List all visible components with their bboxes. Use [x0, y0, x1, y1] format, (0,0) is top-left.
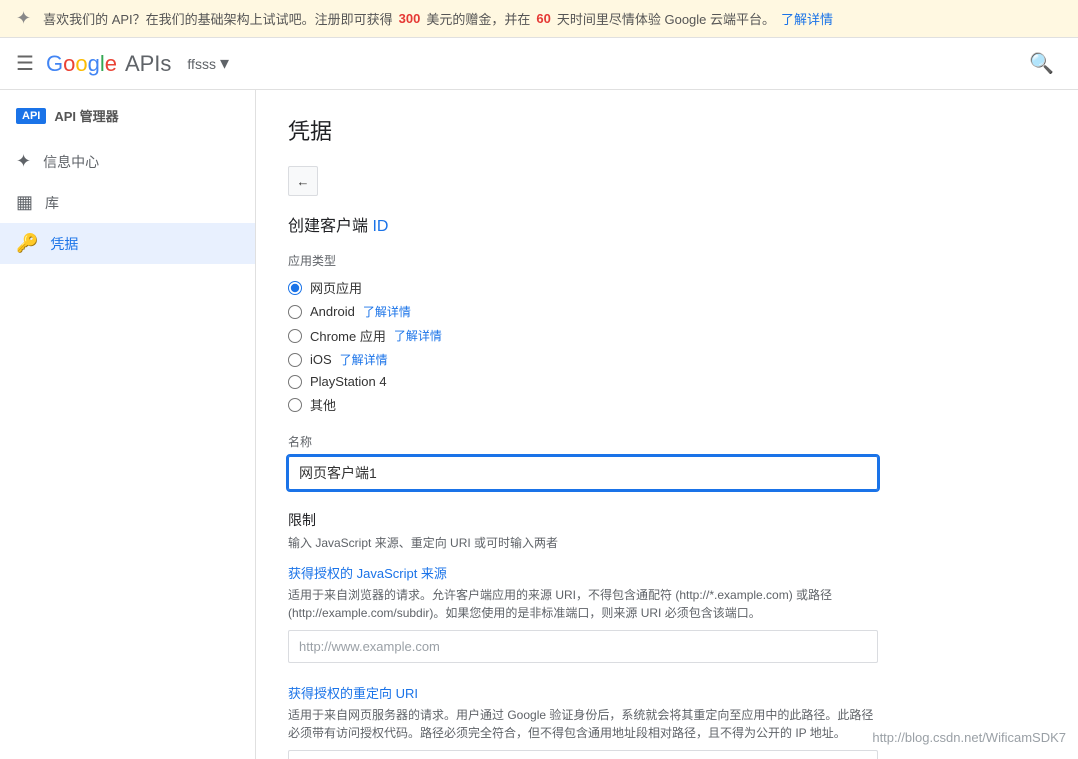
chrome-learn-more-link[interactable]: 了解详情: [394, 327, 442, 344]
restriction-title: 限制: [288, 510, 1046, 530]
top-banner: ✦ 喜欢我们的 API？在我们的基础架构上试试吧。注册即可获得 300 美元的赠…: [0, 0, 1078, 38]
app-type-label: 应用类型: [288, 252, 1046, 269]
name-input[interactable]: [288, 456, 878, 490]
js-origin-title: 获得授权的 JavaScript 来源: [288, 563, 1046, 582]
id-link[interactable]: ID: [372, 218, 388, 235]
sidebar-label-credentials: 凭据: [50, 234, 78, 254]
radio-web-app-input[interactable]: [288, 281, 302, 295]
radio-other-label: 其他: [310, 395, 336, 414]
ios-learn-more-link[interactable]: 了解详情: [340, 351, 388, 368]
redirect-uri-title: 获得授权的重定向 URI: [288, 683, 1046, 702]
layout: API API 管理器 ✦ 信息中心 ▦ 库 🔑 凭据 凭据 ← 创建客户端: [0, 90, 1078, 759]
radio-web-app[interactable]: 网页应用: [288, 275, 1046, 300]
project-selector[interactable]: ffsss ▾: [187, 53, 229, 74]
sidebar: API API 管理器 ✦ 信息中心 ▦ 库 🔑 凭据: [0, 90, 256, 759]
chevron-down-icon: ▾: [220, 53, 229, 74]
banner-text1: 喜欢我们的 API？在我们的基础架构上试试吧。注册即可获得: [43, 9, 393, 28]
restriction-desc: 输入 JavaScript 来源、重定向 URI 或可时输入两者: [288, 534, 1046, 551]
section-title: 创建客户端 ID: [288, 212, 1046, 236]
sidebar-label-library: 库: [45, 193, 59, 213]
name-label: 名称: [288, 433, 1046, 450]
banner-highlight1: 300: [399, 11, 421, 26]
google-logo: Google APIs: [46, 51, 187, 77]
api-badge: API: [16, 108, 46, 124]
apis-text: APIs: [125, 51, 171, 77]
sidebar-nav: ✦ 信息中心 ▦ 库 🔑 凭据: [0, 133, 255, 272]
radio-ios-input[interactable]: [288, 353, 302, 367]
js-origin-input[interactable]: [288, 630, 878, 663]
main-content: 凭据 ← 创建客户端 ID 应用类型 网页应用 Android 了解详情: [256, 90, 1078, 759]
header: ☰ Google APIs ffsss ▾ 🔍: [0, 38, 1078, 90]
radio-web-app-label: 网页应用: [310, 278, 362, 297]
sidebar-label-dashboard: 信息中心: [43, 152, 99, 172]
back-button[interactable]: ←: [288, 166, 318, 196]
sidebar-header: API API 管理器: [0, 98, 255, 133]
radio-ios-label: iOS: [310, 352, 332, 367]
android-learn-more-link[interactable]: 了解详情: [363, 303, 411, 320]
js-origin-desc: 适用于来自浏览器的请求。允许客户端应用的来源 URI，不得包含通配符 (http…: [288, 586, 878, 622]
credentials-icon: 🔑: [16, 233, 38, 254]
menu-icon[interactable]: ☰: [16, 51, 34, 76]
sidebar-item-credentials[interactable]: 🔑 凭据: [0, 223, 255, 264]
back-arrow-icon: ←: [297, 174, 310, 189]
radio-android-input[interactable]: [288, 305, 302, 319]
project-name-text: ffsss: [187, 56, 216, 72]
sidebar-title: API 管理器: [54, 106, 118, 125]
radio-other-input[interactable]: [288, 398, 302, 412]
banner-text2: 美元的赠金，并在: [426, 9, 530, 28]
radio-group: 网页应用 Android 了解详情 Chrome 应用 了解详情 iOS 了解详…: [288, 275, 1046, 417]
radio-android[interactable]: Android 了解详情: [288, 300, 1046, 323]
radio-ios[interactable]: iOS 了解详情: [288, 348, 1046, 371]
radio-chrome-app[interactable]: Chrome 应用 了解详情: [288, 323, 1046, 348]
radio-android-label: Android: [310, 304, 355, 319]
radio-ps4-input[interactable]: [288, 375, 302, 389]
radio-chrome-app-input[interactable]: [288, 329, 302, 343]
dashboard-icon: ✦: [16, 151, 31, 172]
library-icon: ▦: [16, 192, 33, 213]
banner-link[interactable]: 了解详情: [781, 9, 833, 28]
page-title: 凭据: [288, 114, 1046, 146]
redirect-uri-desc: 适用于来自网页服务器的请求。用户通过 Google 验证身份后，系统就会将其重定…: [288, 706, 878, 742]
search-button[interactable]: 🔍: [1021, 43, 1062, 84]
sidebar-item-dashboard[interactable]: ✦ 信息中心: [0, 141, 255, 182]
redirect-uri-subsection: 获得授权的重定向 URI 适用于来自网页服务器的请求。用户通过 Google 验…: [288, 683, 1046, 759]
radio-ps4-label: PlayStation 4: [310, 374, 387, 389]
banner-text3: 天时间里尽情体验 Google 云端平台。: [557, 9, 775, 28]
radio-ps4[interactable]: PlayStation 4: [288, 371, 1046, 392]
radio-chrome-app-label: Chrome 应用: [310, 326, 386, 345]
sidebar-item-library[interactable]: ▦ 库: [0, 182, 255, 223]
star-icon: ✦: [16, 8, 31, 29]
radio-other[interactable]: 其他: [288, 392, 1046, 417]
redirect-uri-input[interactable]: [288, 750, 878, 759]
js-origin-subsection: 获得授权的 JavaScript 来源 适用于来自浏览器的请求。允许客户端应用的…: [288, 563, 1046, 663]
watermark: http://blog.csdn.net/WificamSDK7: [872, 730, 1066, 745]
banner-highlight2: 60: [536, 11, 550, 26]
